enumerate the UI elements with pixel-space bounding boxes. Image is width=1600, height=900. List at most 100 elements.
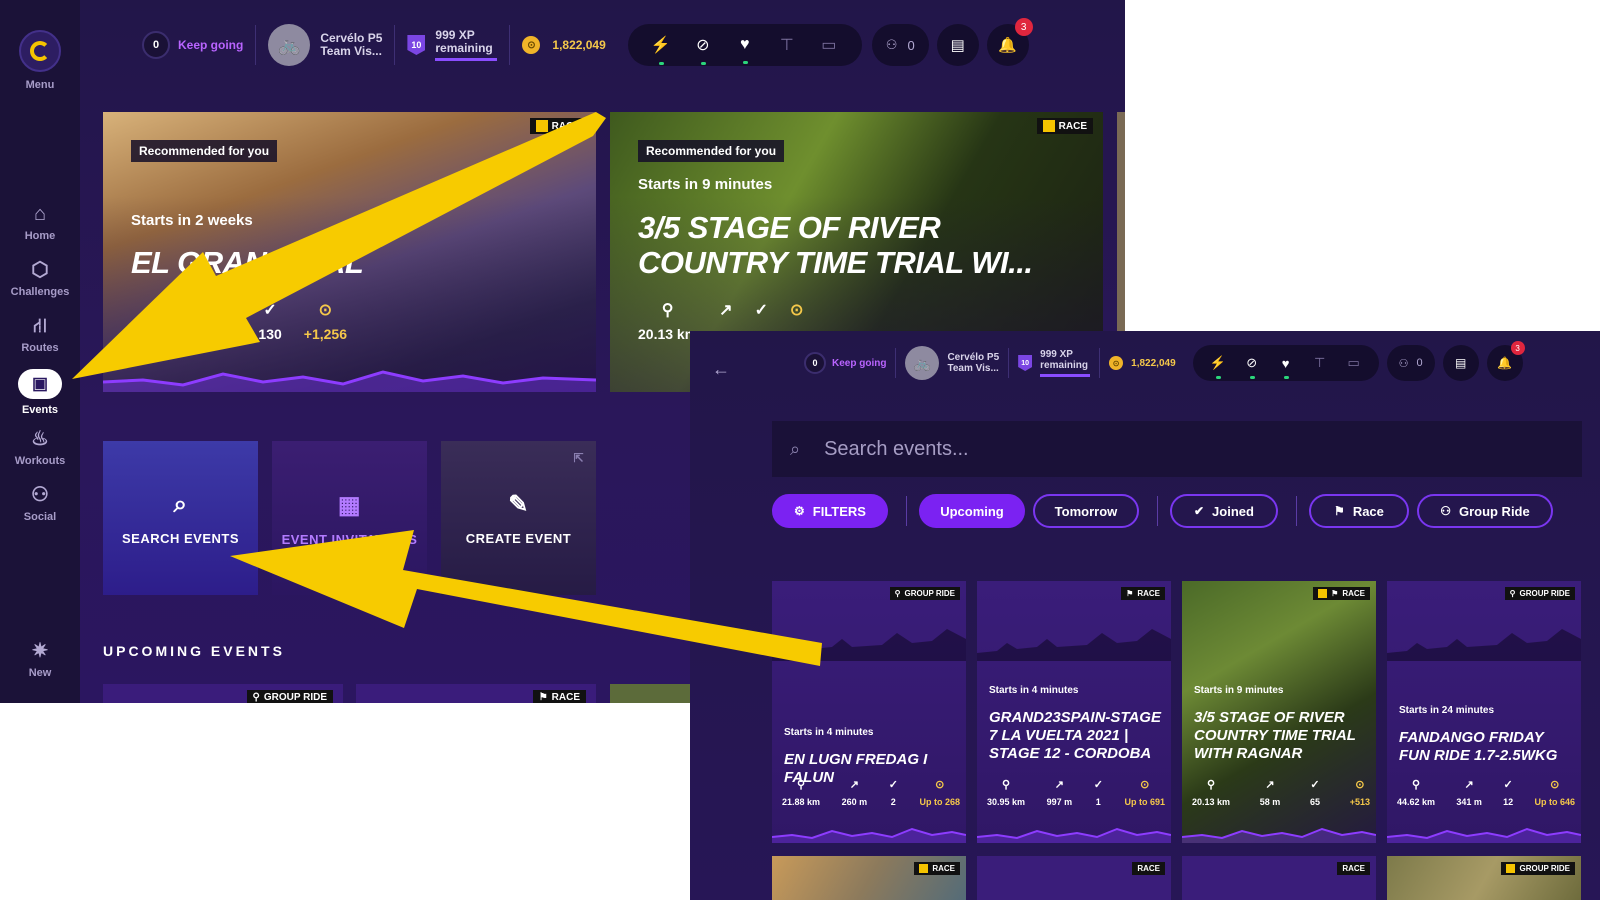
streak[interactable]: 0 Keep going [795, 348, 897, 378]
filter-label: Joined [1212, 503, 1254, 519]
sidebar-item-home[interactable]: ⌂ Home [0, 203, 80, 242]
power-icon[interactable]: ⚡ [640, 35, 682, 65]
coin-balance[interactable]: ⊙ 1,822,049 [510, 25, 617, 65]
tag-label: RACE [932, 864, 955, 873]
devices-icon[interactable]: ▭ [808, 35, 850, 55]
filter-joined[interactable]: ✔ Joined [1169, 494, 1278, 528]
cadence-icon[interactable]: ⊘ [1235, 355, 1269, 379]
tag-label: RACE [1058, 120, 1087, 132]
coin-icon: ⊙ [318, 302, 333, 319]
sidebar-item-label: Events [21, 404, 59, 416]
sidebar-item-challenges[interactable]: ⬡ Challenges [0, 259, 80, 298]
sidebar-item-events[interactable]: ▣ Events [0, 369, 80, 416]
search-events-button[interactable]: ⌕ SEARCH EVENTS [103, 441, 258, 595]
search-events-label: SEARCH EVENTS [121, 530, 240, 546]
sidebar-item-routes[interactable]: ⛙ Routes [0, 315, 80, 354]
recommended-label: Recommended for you [638, 140, 785, 162]
device-status-group[interactable]: ⚡ ⊘ ♥ ⊤ ▭ [627, 24, 862, 66]
event-type-tag: RACE [1337, 862, 1370, 875]
event-stats: ↗ m ✓ 130 ⊙ +1,256 [223, 300, 347, 342]
event-card[interactable]: GROUP RIDE [1387, 856, 1581, 900]
riders-icon: ✓ [1310, 779, 1320, 791]
trainer-icon[interactable]: ⊤ [1303, 355, 1337, 371]
device-status-group[interactable]: ⚡ ⊘ ♥ ⊤ ▭ [1192, 345, 1379, 381]
sidebar-item-social[interactable]: ⚇ Social [0, 484, 80, 523]
power-icon[interactable]: ⚡ [1201, 355, 1235, 379]
filter-race[interactable]: ⚑ Race [1308, 494, 1409, 528]
friends-online[interactable]: ⚇ 0 [1386, 345, 1435, 381]
devices-icon[interactable]: ▭ [1337, 355, 1371, 371]
filter-upcoming[interactable]: Upcoming [918, 494, 1025, 528]
app-logo-icon [19, 30, 61, 72]
event-type-tag: ⚑ RACE [1121, 587, 1165, 600]
tag-label: GROUP RIDE [1519, 864, 1570, 873]
bike-icon: 🚲 [268, 24, 311, 66]
reward-value: +513 [1349, 797, 1370, 807]
notifications-button[interactable]: 🔔 3 [1486, 341, 1525, 381]
featured-event-card[interactable]: RACE Recommended for you Starts in 2 wee… [103, 112, 596, 392]
elevation-value: 997 m [1046, 797, 1073, 807]
event-card[interactable]: ⚲ GROUP RIDE Starts in 24 minutes FANDANG… [1387, 581, 1581, 843]
race-icon: ⚑ [1331, 589, 1339, 598]
event-card[interactable]: RACE [1182, 856, 1376, 900]
sidebar-item-label: New [28, 667, 52, 679]
bike-selector[interactable]: 🚲 Cervélo P5 Team Vis... [256, 24, 396, 66]
event-title: EL GRAN FINAL [131, 245, 364, 280]
upcoming-event-card[interactable]: ⚑ RACE [356, 684, 596, 703]
search-events-screen: ← 0 Keep going 🚲 Cervélo P5 Team Vis... … [690, 331, 1600, 900]
event-card[interactable]: ⚑ RACE Starts in 9 minutes 3/5 STAGE OF R… [1182, 581, 1376, 843]
event-type-tag: RACE [914, 862, 960, 875]
friends-online[interactable]: ⚇ 0 [871, 24, 929, 66]
chat-button[interactable]: ▤ [1442, 345, 1479, 381]
elevation-profile [103, 370, 596, 392]
streak[interactable]: 0 Keep going [130, 25, 257, 65]
chat-button[interactable]: ▤ [936, 24, 979, 66]
bike-name-line1: Cervélo P5 [947, 352, 1000, 363]
sidebar-item-workouts[interactable]: ♨ Workouts [0, 428, 80, 467]
event-card[interactable]: RACE [977, 856, 1171, 900]
coin-icon: ⊙ [1550, 779, 1560, 791]
coin-icon: ⊙ [1140, 779, 1150, 791]
trainer-icon[interactable]: ⊤ [766, 35, 808, 55]
filter-tomorrow[interactable]: Tomorrow [1032, 494, 1139, 528]
notification-badge: 3 [1014, 18, 1033, 36]
sidebar-item-new[interactable]: ✷ New [0, 640, 80, 679]
elevation-icon: ↗ [1054, 779, 1064, 791]
elevation-value: 260 m [841, 797, 868, 807]
filter-group-ride[interactable]: ⚇ Group Ride [1416, 494, 1553, 528]
search-input[interactable] [824, 437, 1525, 461]
coin-amount: 1,822,049 [1131, 357, 1176, 369]
create-event-button[interactable]: ⇱ ✎ CREATE EVENT [441, 441, 596, 595]
xp-line2: remaining [435, 41, 493, 55]
event-start-time: Starts in 2 weeks [131, 212, 253, 229]
tag-label: RACE [1137, 589, 1160, 598]
upcoming-event-card[interactable]: ⚲ GROUP RIDE [103, 684, 343, 703]
elevation-icon: ↗ [223, 302, 237, 319]
event-card[interactable]: ⚲ GROUP RIDE Starts in 4 minutes EN LUGN … [772, 581, 966, 843]
event-stats: ⚲ 20.13 km ↗ 58 m ✓ 65 ⊙ +513 [1192, 778, 1370, 807]
filters-button[interactable]: ⚙ FILTERS [772, 494, 888, 528]
sidebar-item-label: Social [23, 511, 57, 523]
sidebar-item-label: Home [24, 230, 56, 242]
sidebar-menu[interactable]: Menu [0, 30, 80, 91]
notifications-button[interactable]: 🔔 3 [986, 18, 1033, 66]
heart-rate-icon[interactable]: ♥ [724, 36, 766, 64]
cadence-icon[interactable]: ⊘ [682, 35, 724, 65]
event-card[interactable]: RACE [772, 856, 966, 900]
back-arrow-icon[interactable]: ← [712, 359, 730, 380]
bike-selector[interactable]: 🚲 Cervélo P5 Team Vis... [896, 346, 1010, 380]
xp-level[interactable]: 10 999 XP remaining [1009, 348, 1101, 378]
upcoming-event-card[interactable] [610, 684, 700, 703]
elevation-icon: ↗ [849, 779, 859, 791]
distance-value: 21.88 km [782, 797, 821, 807]
coin-balance[interactable]: ⊙ 1,822,049 [1100, 348, 1185, 378]
xp-level[interactable]: 10 999 XP remaining [395, 25, 511, 65]
event-card[interactable]: ⚑ RACE Starts in 4 minutes GRAND23SPAIN-S… [977, 581, 1171, 843]
reward-value: Up to 646 [1534, 797, 1575, 807]
heart-rate-icon[interactable]: ♥ [1269, 356, 1303, 379]
event-invitations-button[interactable]: ▦ EVENT INVITATIONS [272, 441, 427, 595]
event-type-tag: RACE [529, 118, 586, 134]
upcoming-events-heading: UPCOMING EVENTS [103, 643, 285, 659]
bell-icon: 🔔 [998, 37, 1018, 54]
event-stats: ⚲ 21.88 km ↗ 260 m ✓ 2 ⊙ Up to 268 [782, 778, 960, 807]
